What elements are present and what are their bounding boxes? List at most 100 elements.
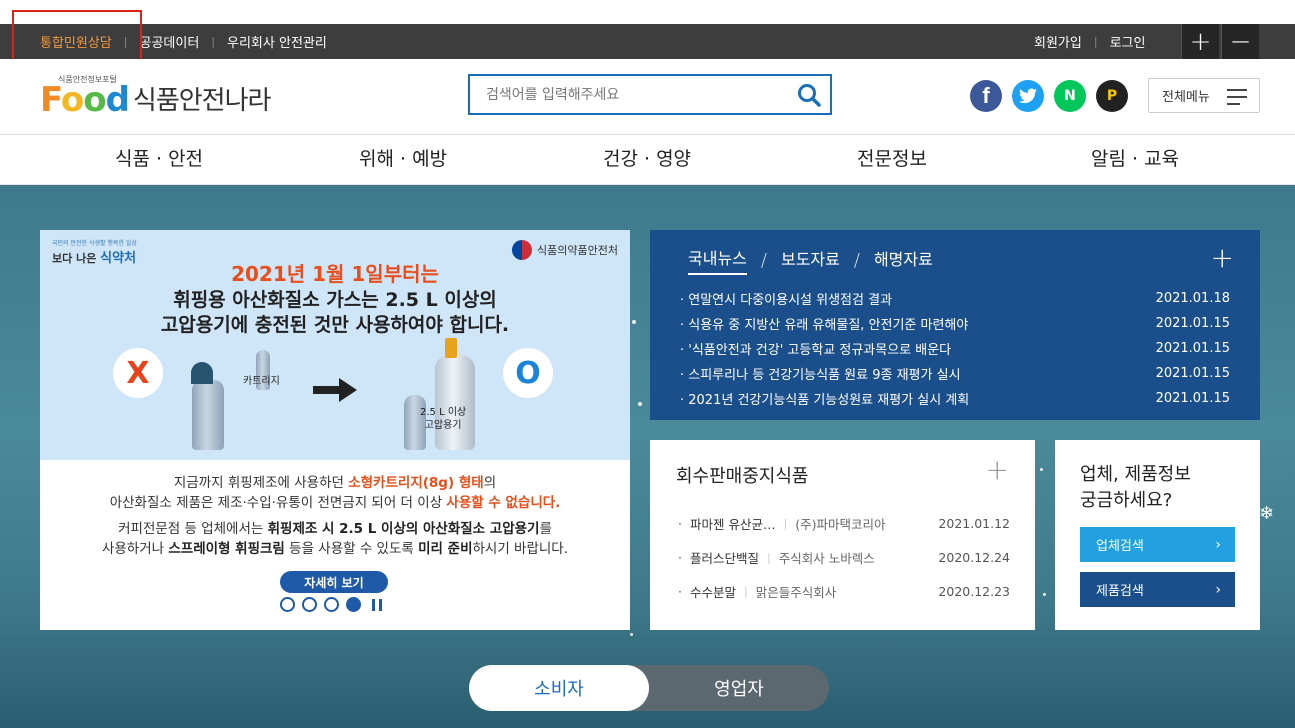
audience-toggle: 소비자 영업자: [469, 665, 829, 711]
company-search-button[interactable]: 업체검색 ›: [1080, 527, 1235, 562]
nav-expert-info[interactable]: 전문정보: [857, 135, 927, 185]
search-box: [468, 74, 832, 115]
main-visual-area: ❄ 국민의 안전한 식생활 행복한 일상 보다 나은 식약처 식품의약품안전처 …: [0, 185, 1295, 728]
recall-item[interactable]: · 파마젠 유산균… | (주)파마택코리아 2021.01.12: [678, 506, 1010, 540]
search-icon[interactable]: [796, 82, 822, 108]
slide-dot-active[interactable]: [346, 597, 361, 612]
star-decoration: [1043, 593, 1046, 596]
prohibited-mark-icon: X: [113, 348, 163, 398]
promo-banner[interactable]: 국민의 안전한 식생활 행복한 일상 보다 나은 식약처 식품의약품안전처 20…: [40, 230, 630, 630]
banner-illustration: 국민의 안전한 식생활 행복한 일상 보다 나은 식약처 식품의약품안전처 20…: [40, 230, 630, 460]
site-header: 식품안전정보포털 Food 식품안전나라 f N P 전체메뉴: [0, 59, 1295, 135]
hamburger-icon: [1227, 89, 1247, 110]
chevron-right-icon: ›: [1215, 581, 1221, 598]
view-details-button[interactable]: 자세히 보기: [280, 571, 388, 593]
separator: |: [211, 35, 216, 48]
whipper-bottle-icon: [192, 380, 224, 450]
news-list: · 연말연시 다중이용시설 위생점검 결과 2021.01.18 · 식용유 중 …: [680, 286, 1230, 411]
all-menu-label: 전체메뉴: [1162, 90, 1210, 105]
chevron-right-icon: ›: [1215, 536, 1221, 553]
star-decoration: [1040, 468, 1043, 471]
facebook-icon[interactable]: f: [970, 80, 1002, 112]
top-utility-bar: 통합민원상담 | 공공데이터 | 우리회사 안전관리 회원가입 | 로그인 + …: [0, 24, 1295, 59]
logo-title: 식품안전나라: [132, 86, 272, 116]
public-data-link[interactable]: 공공데이터: [139, 32, 199, 51]
tab-separator: /: [760, 249, 767, 271]
recall-list: · 파마젠 유산균… | (주)파마택코리아 2021.01.12 · 플러스단…: [678, 506, 1010, 608]
business-info-title: 업체, 제품정보 궁금하세요?: [1080, 464, 1191, 511]
news-item[interactable]: · 스피루리나 등 건강기능식품 원료 9종 재평가 실시 2021.01.15: [680, 361, 1230, 386]
cylinder-label: 2.5 L 이상 고압용기: [420, 407, 467, 431]
recall-item[interactable]: · 수수분말 | 맑은들주식회사 2020.12.23: [678, 574, 1010, 608]
naver-blog-icon[interactable]: N: [1054, 80, 1086, 112]
tab-separator: /: [853, 249, 860, 271]
news-tabs: 국내뉴스 / 보도자료 / 해명자료: [688, 245, 933, 275]
news-date: 2021.01.15: [1155, 341, 1230, 356]
twitter-icon[interactable]: [1012, 80, 1044, 112]
news-date: 2021.01.15: [1155, 366, 1230, 381]
recall-panel: 회수판매중지식품 + · 파마젠 유산균… | (주)파마택코리아 2021.0…: [650, 440, 1035, 630]
zoom-in-button[interactable]: +: [1181, 24, 1219, 59]
nav-health-nutrition[interactable]: 건강 · 영양: [603, 135, 691, 185]
banner-text-line: 사용하거나 스프레이형 휘핑크림 등을 사용할 수 있도록 미리 준비하시기 바…: [101, 541, 569, 557]
news-more-icon[interactable]: +: [1211, 244, 1234, 272]
join-link[interactable]: 회원가입: [1034, 32, 1082, 51]
recall-item[interactable]: · 플러스단백질 | 주식회사 노바렉스 2020.12.24: [678, 540, 1010, 574]
slide-dot[interactable]: [280, 597, 295, 612]
kakao-pay-icon[interactable]: P: [1096, 80, 1128, 112]
banner-text-line: 아산화질소 제품은 제조·수입·유통이 전면금지 되어 더 이상 사용할 수 없…: [109, 495, 561, 511]
nav-notice-education[interactable]: 알림 · 교육: [1091, 135, 1179, 185]
cartridge-label: 카트리지: [243, 376, 280, 387]
allowed-mark-icon: O: [503, 348, 553, 398]
arrow-right-icon: [313, 378, 357, 402]
nav-hazard-prevention[interactable]: 위해 · 예방: [359, 135, 447, 185]
news-date: 2021.01.15: [1155, 391, 1230, 406]
business-toggle-button[interactable]: 영업자: [649, 665, 829, 711]
slide-dot[interactable]: [302, 597, 317, 612]
star-decoration: [630, 633, 633, 636]
search-input[interactable]: [470, 76, 770, 113]
separator: |: [1093, 35, 1098, 48]
news-item[interactable]: · 연말연시 다중이용시설 위생점검 결과 2021.01.18: [680, 286, 1230, 311]
news-date: 2021.01.15: [1155, 316, 1230, 331]
news-item[interactable]: · 식용유 중 지방산 유래 유해물질, 안전기준 마련해야 2021.01.15: [680, 311, 1230, 336]
agency-label: 식품의약품안전처: [512, 240, 618, 260]
news-item[interactable]: · 2021년 건강기능식품 기능성원료 재평가 실시 계획 2021.01.15: [680, 386, 1230, 411]
business-info-panel: 업체, 제품정보 궁금하세요? 업체검색 › 제품검색 ›: [1055, 440, 1260, 630]
slide-dot[interactable]: [324, 597, 339, 612]
news-date: 2021.01.18: [1155, 291, 1230, 306]
banner-headline-line1: 휘핑용 아산화질소 가스는 2.5 L 이상의: [173, 289, 497, 311]
site-logo[interactable]: 식품안전정보포털 Food 식품안전나라: [40, 75, 272, 120]
banner-headline-line2: 고압용기에 충전된 것만 사용하여야 합니다.: [160, 314, 510, 336]
account-links: 회원가입 | 로그인: [1034, 24, 1145, 59]
slide-pagination: [280, 597, 382, 612]
all-menu-button[interactable]: 전체메뉴: [1148, 78, 1260, 113]
zoom-out-button[interactable]: −: [1221, 24, 1259, 59]
main-navigation: 식품 · 안전 위해 · 예방 건강 · 영양 전문정보 알림 · 교육: [0, 135, 1295, 185]
tab-press-release[interactable]: 보도자료: [781, 246, 840, 274]
pause-icon[interactable]: [372, 598, 382, 611]
logo-subtitle: 식품안전정보포털: [58, 75, 117, 84]
product-search-button[interactable]: 제품검색 ›: [1080, 572, 1235, 607]
tab-clarification[interactable]: 해명자료: [874, 246, 933, 274]
pressure-cylinder-icon: [435, 355, 475, 450]
banner-text-line: 지금까지 휘핑제조에 사용하던 소형카트리지(8g) 형태의: [173, 475, 497, 491]
cylinder-valve-icon: [445, 338, 457, 358]
star-decoration: [632, 320, 636, 324]
login-link[interactable]: 로그인: [1110, 32, 1146, 51]
banner-text-line: 커피전문점 등 업체에서는 휘핑제조 시 2.5 L 이상의 아산화질소 고압용…: [118, 521, 552, 537]
recall-title: 회수판매중지식품: [676, 466, 809, 487]
banner-headline-date: 2021년 1월 1일부터는: [231, 262, 439, 286]
news-panel: 국내뉴스 / 보도자료 / 해명자료 + · 연말연시 다중이용시설 위생점검 …: [650, 230, 1260, 420]
nav-food-safety[interactable]: 식품 · 안전: [115, 135, 203, 185]
star-decoration: [638, 402, 642, 406]
tab-domestic-news[interactable]: 국내뉴스: [688, 245, 747, 275]
recall-more-icon[interactable]: +: [986, 456, 1009, 484]
whipper-head-icon: [191, 362, 213, 384]
consumer-toggle-button[interactable]: 소비자: [469, 665, 649, 711]
company-safety-link[interactable]: 우리회사 안전관리: [227, 32, 327, 51]
snowflake-icon: ❄: [1259, 503, 1275, 524]
news-item[interactable]: · '식품안전과 건강' 고등학교 정규과목으로 배운다 2021.01.15: [680, 336, 1230, 361]
logo-food-wordmark: Food: [40, 80, 130, 120]
government-emblem-icon: [512, 240, 533, 260]
